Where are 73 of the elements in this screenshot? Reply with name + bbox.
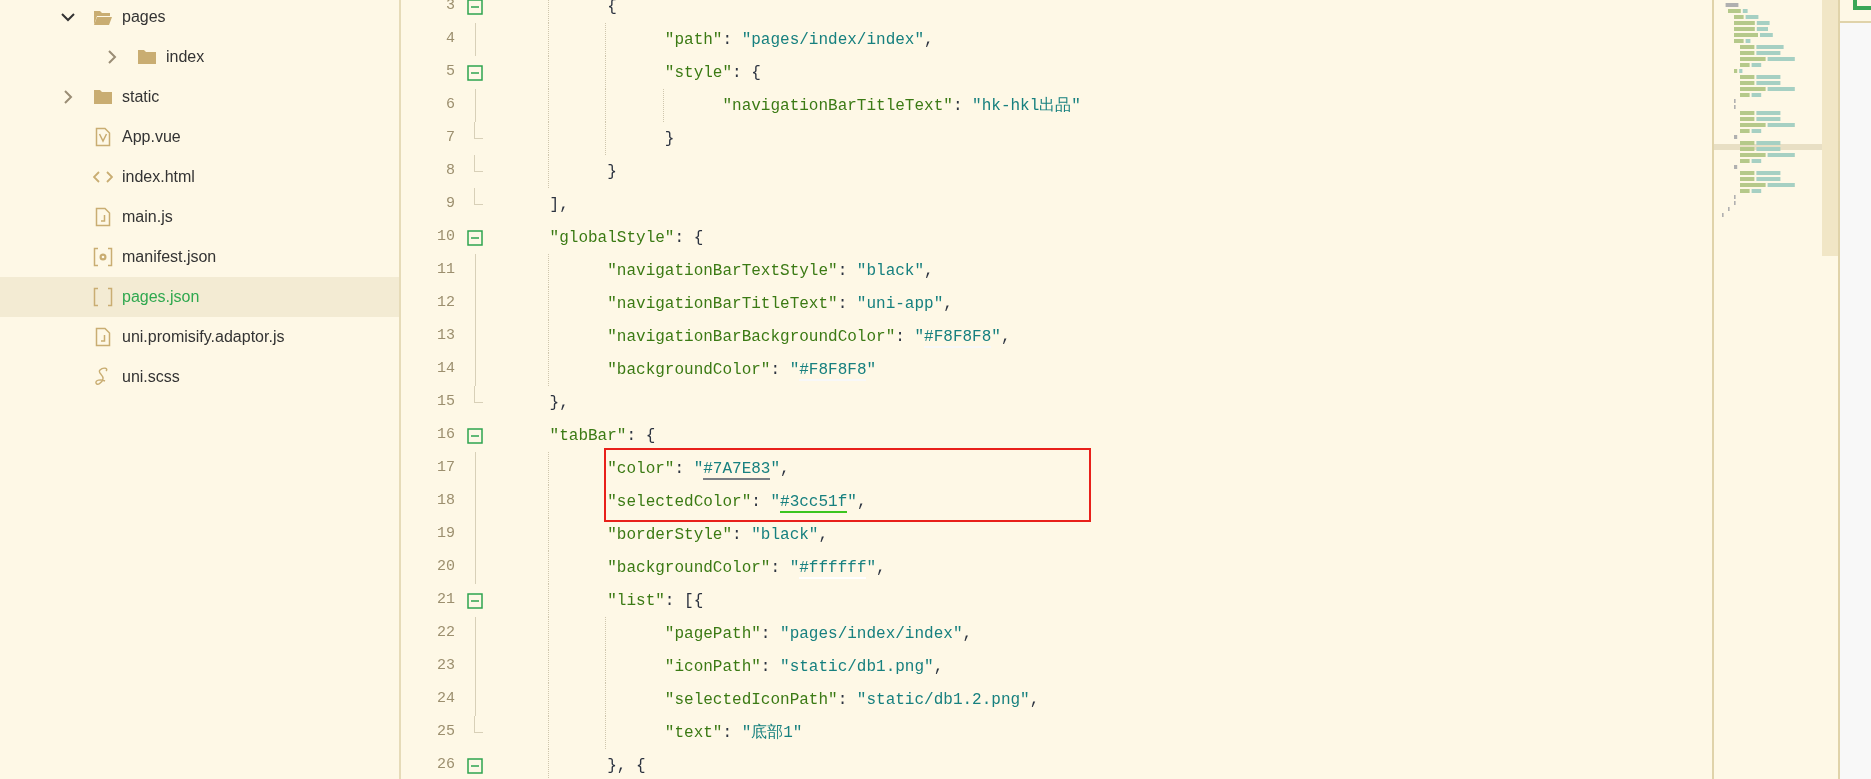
code-line: "text": "底部1" <box>663 722 803 744</box>
line-number: 22 <box>436 623 455 644</box>
file-tree-item[interactable]: index <box>0 37 399 77</box>
code-line: "selectedColor": "#3cc51f", <box>606 491 867 514</box>
file-tree-item[interactable]: uni.promisify.adaptor.js <box>0 317 399 357</box>
line-number: 9 <box>445 194 455 215</box>
code-line: }, <box>548 392 569 414</box>
code-line: "iconPath": "static/db1.png", <box>663 656 944 678</box>
line-number: 8 <box>445 161 455 182</box>
code-line: "selectedIconPath": "static/db1.2.png", <box>663 689 1040 711</box>
code-line: "borderStyle": "black", <box>606 524 829 546</box>
line-number: 24 <box>436 689 455 710</box>
folder-icon <box>93 89 113 105</box>
folder-icon <box>137 49 157 65</box>
file-icon <box>95 207 111 227</box>
line-number: 7 <box>445 128 455 149</box>
code-line: "backgroundColor": "#ffffff", <box>606 557 886 580</box>
file-tree-item[interactable]: pages <box>0 0 399 37</box>
code-icon <box>93 171 113 183</box>
code-line: "tabBar": { <box>548 425 656 447</box>
fold-toggle-icon[interactable] <box>467 757 483 774</box>
line-number: 23 <box>436 656 455 677</box>
code-line: "navigationBarBackgroundColor": "#F8F8F8", <box>606 326 1011 349</box>
file-icon <box>95 127 111 147</box>
gear-file-icon <box>93 247 113 267</box>
line-number: 5 <box>445 62 455 83</box>
fold-toggle-icon[interactable] <box>467 0 483 15</box>
code-line: "backgroundColor": "#F8F8F8" <box>606 359 877 382</box>
code-line: }, { <box>606 755 646 777</box>
code-line: "globalStyle": { <box>548 227 704 249</box>
line-number: 11 <box>436 260 455 281</box>
code-line: "pagePath": "pages/index/index", <box>663 623 973 645</box>
file-tree-item[interactable]: App.vue <box>0 117 399 157</box>
line-number: 17 <box>436 458 455 479</box>
file-tree-item[interactable]: static <box>0 77 399 117</box>
code-line: "list": [{ <box>606 590 704 612</box>
fold-toggle-icon[interactable] <box>467 427 483 444</box>
line-number: 26 <box>436 755 455 776</box>
file-icon <box>95 327 111 347</box>
code-line: ], <box>548 194 569 216</box>
file-tree-item[interactable]: index.html <box>0 157 399 197</box>
code-line: "path": "pages/index/index", <box>663 29 934 51</box>
line-number: 19 <box>436 524 455 545</box>
line-number: 6 <box>445 95 455 116</box>
folder-icon <box>93 8 113 26</box>
file-tree-item[interactable]: manifest.json <box>0 237 399 277</box>
file-tree-item[interactable]: uni.scss <box>0 357 399 397</box>
line-number: 16 <box>436 425 455 446</box>
preview-frame <box>1853 0 1871 10</box>
code-line: "navigationBarTitleText": "uni-app", <box>606 293 953 315</box>
line-number: 18 <box>436 491 455 512</box>
line-number: 10 <box>436 227 455 248</box>
brackets-icon <box>93 287 113 307</box>
code-line: "navigationBarTextStyle": "black", <box>606 260 934 282</box>
code-line: "navigationBarTitleText": "hk-hkl出品" <box>721 95 1081 117</box>
line-number: 13 <box>436 326 455 347</box>
fold-toggle-icon[interactable] <box>467 229 483 246</box>
line-number: 3 <box>445 0 455 17</box>
code-line: } <box>663 128 675 150</box>
code-line: "color": "#7A7E83", <box>606 458 790 481</box>
line-number: 14 <box>436 359 455 380</box>
line-number: 4 <box>445 29 455 50</box>
line-number: 12 <box>436 293 455 314</box>
line-number: 21 <box>436 590 455 611</box>
scrollbar-thumb[interactable] <box>1822 0 1838 256</box>
code-line: "style": { <box>663 62 761 84</box>
line-number: 25 <box>436 722 455 743</box>
fold-toggle-icon[interactable] <box>467 592 483 609</box>
line-number: 20 <box>436 557 455 578</box>
file-tree-item[interactable]: main.js <box>0 197 399 237</box>
line-number: 15 <box>436 392 455 413</box>
code-line: } <box>606 161 617 183</box>
fold-toggle-icon[interactable] <box>467 64 483 81</box>
